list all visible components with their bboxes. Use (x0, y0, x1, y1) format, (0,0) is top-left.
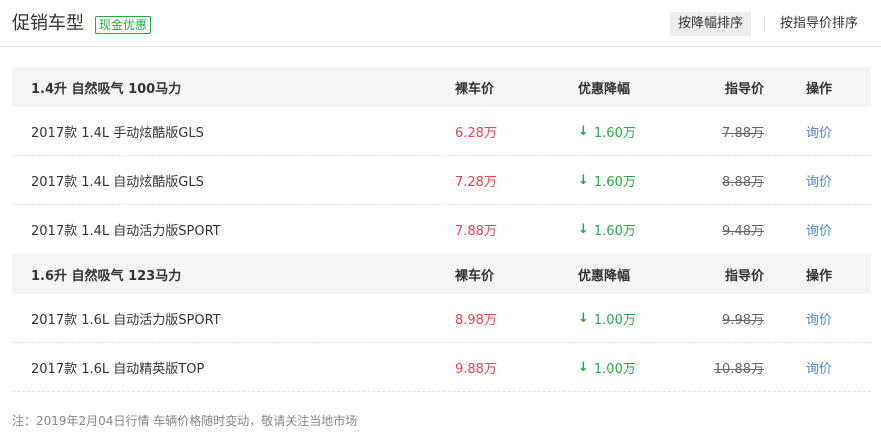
page-title: 促销车型 (12, 13, 84, 34)
bare-price: 7.28万 (455, 174, 497, 190)
bare-price: 6.28万 (455, 125, 497, 141)
model-name: 2017款 1.6L 自动精英版TOP (31, 361, 205, 377)
inquire-price-link[interactable]: 询价 (806, 122, 832, 141)
promo-header: 促销车型 现金优惠 按降幅排序 按指导价排序 (0, 0, 881, 47)
column-header-guide-price: 指导价 (724, 268, 764, 284)
sort-by-discount-button[interactable]: 按降幅排序 (670, 12, 752, 36)
down-arrow-icon: ↓ (578, 123, 589, 139)
table-row: 2017款 1.4L 自动活力版SPORT 7.88万 ↓ 1.60万 9.48万… (12, 205, 871, 254)
column-header-action: 操作 (806, 81, 833, 97)
table-row: 2017款 1.4L 自动炫酷版GLS 7.28万 ↓ 1.60万 8.88万 询… (12, 156, 871, 205)
discount-amount: 1.60万 (593, 224, 636, 239)
guide-price: 9.98万 (722, 312, 764, 328)
inquire-price-link[interactable]: 询价 (806, 171, 832, 190)
group-header-row: 1.6升 自然吸气 123马力 裸车价 优惠降幅 指导价 操作 (12, 254, 871, 294)
bare-price: 8.98万 (455, 312, 497, 328)
table-row: 2017款 1.6L 自动精英版TOP 9.88万 ↓ 1.00万 10.88万 … (12, 343, 871, 392)
price-note: 注：2019年2月04日行情 车辆价格随时变动，敬请关注当地市场 (12, 414, 358, 428)
model-name: 2017款 1.4L 自动炫酷版GLS (31, 174, 204, 190)
discount-amount: 1.00万 (593, 312, 636, 328)
table-row: 2017款 1.6L 自动活力版SPORT 8.98万 ↓ 1.00万 9.98万… (12, 294, 871, 343)
down-arrow-icon: ↓ (578, 359, 589, 375)
down-arrow-icon: ↓ (578, 172, 589, 188)
model-name: 2017款 1.4L 手动炫酷版GLS (31, 125, 204, 141)
inquire-price-link[interactable]: 询价 (806, 358, 832, 377)
promo-table: 1.4升 自然吸气 100马力 裸车价 优惠降幅 指导价 操作 2017款 1.… (12, 67, 871, 392)
inquire-price-link[interactable]: 询价 (806, 220, 832, 239)
sort-divider (764, 17, 765, 31)
cash-discount-badge: 现金优惠 (95, 16, 152, 34)
bare-price: 9.88万 (455, 361, 497, 377)
model-name: 2017款 1.4L 自动活力版SPORT (31, 224, 221, 239)
guide-price: 10.88万 (713, 361, 764, 377)
group-header-row: 1.4升 自然吸气 100马力 裸车价 优惠降幅 指导价 操作 (12, 67, 871, 107)
discount-amount: 1.60万 (593, 174, 636, 190)
model-name: 2017款 1.6L 自动活力版SPORT (31, 312, 221, 328)
group-title: 1.4升 自然吸气 100马力 (31, 81, 182, 97)
down-arrow-icon: ↓ (578, 222, 589, 237)
sort-by-guide-price-button[interactable]: 按指导价排序 (772, 12, 866, 36)
inquire-price-link[interactable]: 询价 (806, 309, 832, 328)
column-header-price: 裸车价 (455, 268, 495, 284)
down-arrow-icon: ↓ (578, 310, 589, 326)
bare-price: 7.88万 (455, 224, 497, 239)
group-title: 1.6升 自然吸气 123马力 (31, 268, 182, 284)
discount-amount: 1.00万 (593, 361, 636, 377)
guide-price: 7.88万 (722, 125, 764, 141)
column-header-discount: 优惠降幅 (578, 81, 631, 97)
discount-amount: 1.60万 (593, 125, 636, 141)
column-header-action: 操作 (806, 268, 833, 284)
guide-price: 8.88万 (722, 174, 764, 190)
column-header-guide-price: 指导价 (724, 81, 764, 97)
column-header-discount: 优惠降幅 (578, 268, 631, 284)
guide-price: 9.48万 (722, 224, 764, 239)
column-header-price: 裸车价 (455, 81, 495, 97)
table-row: 2017款 1.4L 手动炫酷版GLS 6.28万 ↓ 1.60万 7.88万 询… (12, 107, 871, 156)
